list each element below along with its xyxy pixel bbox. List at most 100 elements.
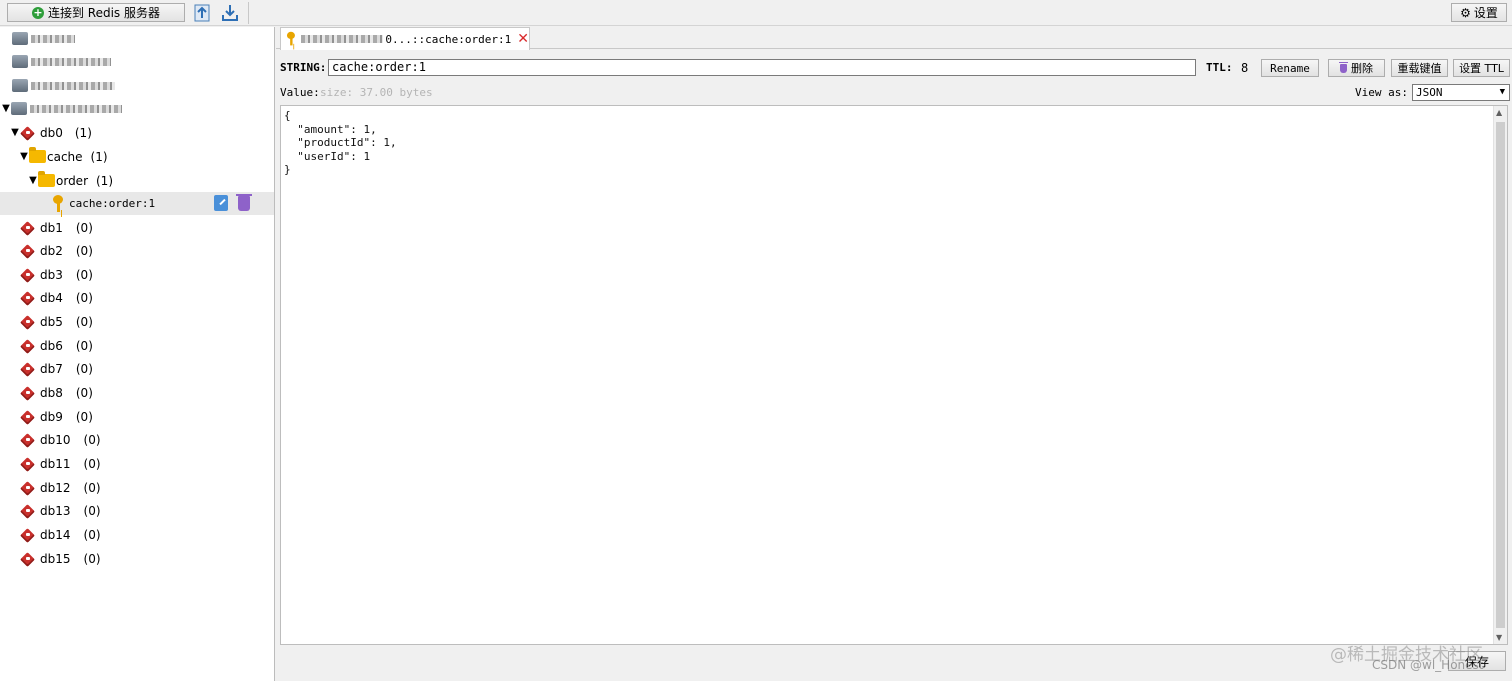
value-size: size: 37.00 bytes [320,86,433,99]
database-icon [20,339,38,353]
folder-count: (1) [90,149,108,164]
expand-arrow-icon[interactable]: ▼ [10,127,20,138]
tree-folder-order[interactable]: ▼ order (1) [0,169,274,192]
close-tab-icon[interactable]: ✕ [517,31,529,47]
ttl-value: 8 [1241,61,1249,75]
delete-button[interactable]: 删除 [1328,59,1385,77]
server-icon [12,79,28,92]
tree-db7[interactable]: db7 (0) [0,358,274,381]
server-icon [11,102,27,115]
tree-db12[interactable]: db12 (0) [0,476,274,499]
key-icon [52,194,64,213]
database-icon [20,504,38,518]
db-count: (0) [75,315,93,330]
rename-button[interactable]: Rename [1261,59,1319,77]
trash-icon [1339,62,1348,73]
edit-key-icon[interactable] [214,195,228,211]
db-count: (0) [75,291,93,306]
value-text[interactable]: { "amount": 1, "productId": 1, "userId":… [284,109,397,177]
tree-server-4[interactable]: ▼ [0,97,274,120]
folder-count: (1) [96,173,113,188]
scroll-down-icon[interactable]: ▼ [1496,633,1502,642]
expand-arrow-icon[interactable]: ▼ [1,103,11,114]
db-count: (0) [75,220,93,235]
import-icon[interactable] [192,3,212,23]
db-label: db13 [40,504,71,519]
db-label: db0 [40,125,63,140]
tree-server-2[interactable] [0,50,274,73]
server-name-redacted [31,34,75,43]
view-as-select[interactable]: JSON ▼ [1412,84,1510,101]
db-label: db11 [40,457,71,471]
database-icon [20,386,38,400]
key-name-input[interactable]: cache:order:1 [328,59,1196,76]
tree-db11[interactable]: db11 (0) [0,453,274,476]
editor-scrollbar[interactable]: ▲ ▼ [1493,106,1507,644]
db-count: (0) [75,267,93,282]
connect-redis-label: 连接到 Redis 服务器 [47,6,160,20]
dropdown-arrow-icon: ▼ [1499,87,1505,97]
db-label: db15 [40,551,71,566]
tab-cache-order-1[interactable]: 0...::cache:order:1 ✕ [280,27,530,50]
tree-server-1[interactable] [0,27,274,50]
folder-icon [38,171,55,187]
value-editor[interactable]: { "amount": 1, "productId": 1, "userId":… [280,105,1508,645]
tree-db0[interactable]: ▼ db0 (1) [0,121,274,144]
settings-label: 设置 [1473,6,1498,20]
database-icon [20,126,38,140]
folder-icon [29,147,46,163]
delete-key-icon[interactable] [236,194,252,211]
type-label: STRING: [280,61,327,74]
tab-bar: 0...::cache:order:1 ✕ [276,27,1512,50]
db-count: (0) [75,244,93,259]
db-count: (0) [83,527,101,542]
db-count: (0) [83,551,101,566]
toolbar-separator [248,2,249,24]
folder-label: cache [47,149,83,164]
tree-folder-cache[interactable]: ▼ cache (1) [0,145,274,168]
db-label: db9 [40,409,63,424]
connect-redis-button[interactable]: + 连接到 Redis 服务器 [7,3,185,22]
db-label: db14 [40,527,71,542]
db-count: (0) [75,338,93,353]
server-name-redacted [31,81,115,90]
tree-db5[interactable]: db5 (0) [0,311,274,334]
database-icon [20,410,38,424]
settings-button[interactable]: ⚙ 设置 [1451,3,1507,22]
database-icon [20,457,38,471]
tree-db6[interactable]: db6 (0) [0,334,274,357]
tree-db8[interactable]: db8 (0) [0,382,274,405]
tree-db3[interactable]: db3 (0) [0,263,274,286]
export-icon[interactable] [220,3,240,23]
reload-value-button[interactable]: 重载键值 [1391,59,1448,77]
main-toolbar: + 连接到 Redis 服务器 ⚙ 设置 [0,0,1512,26]
scrollbar-thumb[interactable] [1496,122,1505,628]
db-label: db5 [40,315,63,330]
tree-db14[interactable]: db14 (0) [0,523,274,546]
connection-tree: ▼ ▼ db0 (1) ▼ cache (1) ▼ order (1) cach… [0,27,275,681]
scroll-up-icon[interactable]: ▲ [1496,108,1502,117]
set-ttl-button[interactable]: 设置 TTL [1453,59,1510,77]
folder-label: order [56,173,88,188]
db-count: (1) [74,125,92,140]
expand-arrow-icon[interactable]: ▼ [28,175,38,186]
tree-db13[interactable]: db13 (0) [0,500,274,523]
database-icon [20,528,38,542]
db-label: db8 [40,386,63,401]
tree-db1[interactable]: db1 (0) [0,216,274,239]
server-name-redacted [30,104,122,113]
db-label: db1 [40,220,63,235]
key-info-row: STRING: cache:order:1 TTL: 8 Rename 删除 重… [280,59,1510,77]
db-count: (0) [83,480,101,495]
tree-db10[interactable]: db10 (0) [0,429,274,452]
db-label: db10 [40,433,71,448]
tree-db2[interactable]: db2 (0) [0,240,274,263]
tree-key-cache-order-1[interactable]: cache:order:1 [0,192,274,215]
tree-db9[interactable]: db9 (0) [0,405,274,428]
tree-db4[interactable]: db4 (0) [0,287,274,310]
db-label: db7 [40,362,63,377]
tree-server-3[interactable] [0,74,274,97]
tab-label: 0...::cache:order:1 [385,32,512,46]
tree-db15[interactable]: db15 (0) [0,547,274,570]
expand-arrow-icon[interactable]: ▼ [19,151,29,162]
